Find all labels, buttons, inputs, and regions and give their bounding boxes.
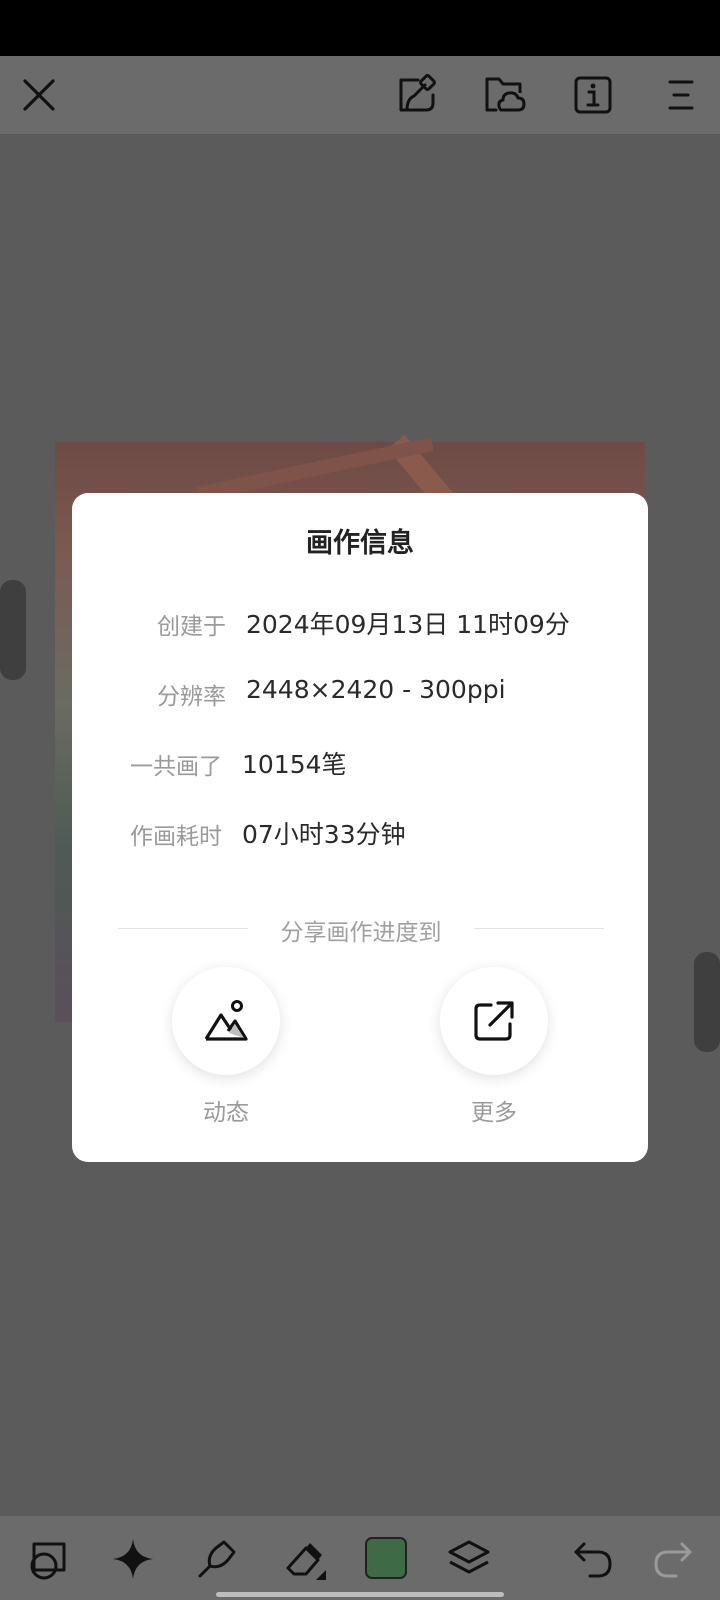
home-indicator[interactable] [216,1592,504,1597]
redo-icon [654,1542,692,1578]
mountain-image-icon [204,1000,248,1041]
status-bar [0,0,720,56]
shapes-tool[interactable] [24,1534,74,1584]
canvas-edit-icon [399,74,436,112]
share-label: 动态 [203,1100,249,1126]
info-button[interactable] [570,72,616,118]
cloud-folder-icon [485,77,526,112]
opacity-slider-handle[interactable] [694,952,720,1052]
info-icon [574,76,612,114]
undo-icon [574,1542,612,1578]
top-toolbar [0,56,720,134]
info-label: 创建于 [157,614,226,640]
artwork-detail [196,437,434,501]
info-row-resolution: 分辨率 2448×2420 - 300ppi [72,673,648,713]
shapes-icon [30,1542,66,1580]
artwork-info-dialog: 画作信息 创建于 2024年09月13日 11时09分 分辨率 2448×242… [72,493,648,1162]
info-label: 一共画了 [130,754,222,780]
brush-size-slider-handle[interactable] [0,580,26,680]
cloud-folder-button[interactable] [482,72,528,118]
eraser-icon [286,1543,326,1580]
brush-tool[interactable] [192,1534,242,1584]
info-value: 2448×2420 - 300ppi [246,675,506,704]
info-value: 07小时33分钟 [242,820,406,849]
magic-tool[interactable] [108,1534,158,1584]
bottom-toolbar [0,1516,720,1600]
info-label: 分辨率 [157,684,226,710]
info-label: 作画耗时 [130,824,222,850]
eraser-tool[interactable] [280,1534,330,1584]
info-value: 10154笔 [242,750,347,779]
share-label: 更多 [471,1100,517,1126]
close-button[interactable] [16,72,62,118]
undo-button[interactable] [568,1534,618,1584]
canvas-edit-button[interactable] [394,72,440,118]
info-row-duration: 作画耗时 07小时33分钟 [72,813,648,853]
color-swatch[interactable] [365,1537,407,1579]
info-row-strokes: 一共画了 10154笔 [72,743,648,783]
brush-icon [198,1540,236,1578]
divider-line [474,928,604,929]
info-row-created: 创建于 2024年09月13日 11时09分 [72,603,648,643]
redo-button[interactable] [648,1534,698,1584]
info-value: 2024年09月13日 11时09分 [246,610,570,639]
menu-button[interactable] [658,72,704,118]
sparkle-icon [113,1539,153,1579]
layers-icon [448,1540,490,1574]
layers-tool[interactable] [444,1534,494,1584]
dialog-title: 画作信息 [306,528,414,559]
close-icon [23,79,55,111]
share-divider: 分享画作进度到 [118,913,604,946]
external-share-icon [474,1001,514,1041]
share-more-button[interactable] [440,967,548,1075]
menu-icon [668,80,694,110]
share-to-moments-button[interactable] [172,967,280,1075]
share-heading: 分享画作进度到 [280,920,442,946]
